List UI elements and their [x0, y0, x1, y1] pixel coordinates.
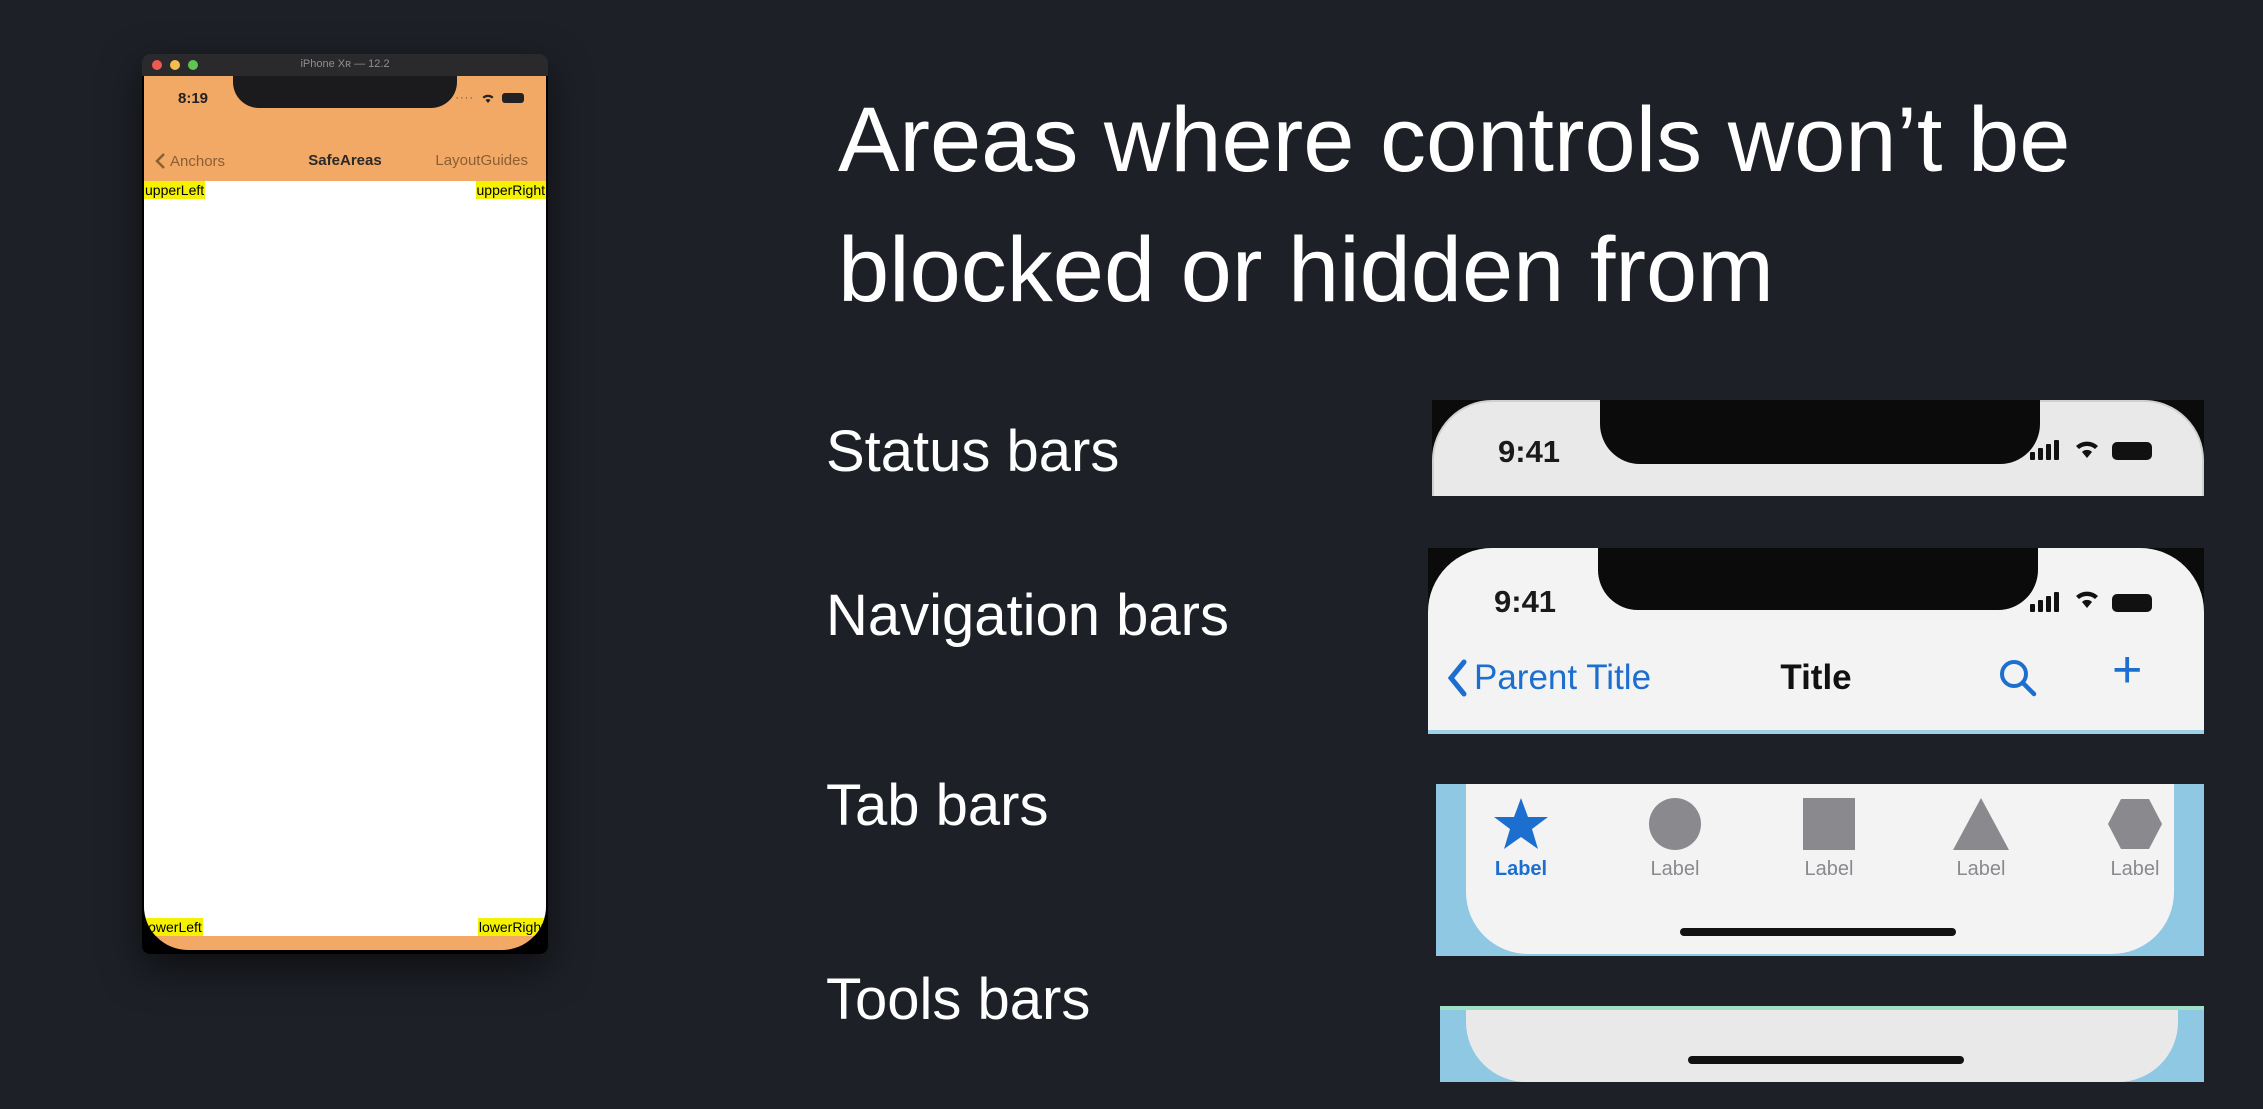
status-time: 8:19: [178, 90, 209, 107]
cellular-signal-icon: [2030, 592, 2059, 612]
tab-label-1: Label: [1494, 858, 1548, 880]
tab-item-1[interactable]: Label: [1466, 796, 1576, 881]
upper-left-label: upperLeft: [144, 181, 206, 199]
search-icon[interactable]: [1996, 656, 2040, 700]
status-time: 9:41: [1498, 434, 1561, 469]
wifi-icon: [482, 94, 494, 103]
phone-notch: [1600, 400, 2040, 464]
battery-icon: [2112, 442, 2152, 460]
status-icons: ····: [455, 92, 524, 104]
tab-item-5[interactable]: Label: [2080, 796, 2190, 881]
tab-label-5: Label: [2110, 858, 2160, 880]
headline-line-1: Areas where controls won’t be: [838, 89, 2071, 191]
label-tab-bars: Tab bars: [826, 773, 1049, 838]
wifi-icon: [2076, 591, 2098, 608]
simulator-window: iPhone Xʀ — 12.2 8:19 ···· Anchors SafeA…: [142, 54, 548, 954]
wifi-icon: [2076, 441, 2098, 458]
square-icon: [1803, 798, 1855, 850]
tab-label-4: Label: [1956, 858, 2006, 880]
phone-notch: [1598, 548, 2038, 610]
circle-icon: [1649, 798, 1701, 850]
lower-left-label: lowerLeft: [144, 918, 203, 936]
status-bar-illustration: 9:41: [1432, 400, 2204, 496]
hexagon-icon: [2108, 799, 2162, 849]
cellular-signal-icon: [2030, 440, 2059, 460]
simulator-titlebar: iPhone Xʀ — 12.2: [142, 54, 548, 76]
home-indicator[interactable]: [1680, 928, 1956, 936]
toolbar-divider: [1440, 1006, 2204, 1010]
label-tools-bars: Tools bars: [826, 967, 1091, 1032]
triangle-icon: [1953, 798, 2009, 850]
tab-bar-frame: Label Label Label Label Label: [1466, 784, 2174, 954]
tab-bar-illustration: Label Label Label Label Label: [1436, 784, 2204, 956]
add-icon[interactable]: +: [2112, 644, 2142, 696]
battery-icon: [502, 93, 524, 103]
simulator-title: iPhone Xʀ — 12.2: [300, 58, 390, 70]
tab-label-3: Label: [1804, 858, 1854, 880]
label-status-bars: Status bars: [826, 419, 1120, 484]
tab-item-3[interactable]: Label: [1774, 796, 1884, 881]
device-screen: 8:19 ···· Anchors SafeAreas LayoutGuides…: [144, 76, 546, 950]
tab-label-2: Label: [1650, 858, 1700, 880]
nav-bar-divider: [1428, 730, 2204, 734]
battery-icon: [2112, 594, 2152, 612]
device-notch: [233, 76, 457, 108]
nav-title: Title: [1780, 658, 1852, 697]
tab-item-2[interactable]: Label: [1620, 796, 1730, 881]
layout-guides-button[interactable]: LayoutGuides: [435, 152, 528, 169]
safe-area-content: upperLeft upperRight lowerLeft lowerRigh…: [144, 181, 546, 936]
label-navigation-bars: Navigation bars: [826, 583, 1229, 648]
headline-line-2: blocked or hidden from: [838, 219, 1774, 321]
slide-headline: Areas where controls won’t be blocked or…: [838, 75, 2238, 335]
tab-item-4[interactable]: Label: [1926, 796, 2036, 881]
home-indicator[interactable]: [1688, 1056, 1964, 1064]
nav-status-time: 9:41: [1494, 584, 1557, 619]
upper-right-label: upperRight: [475, 181, 546, 199]
toolbar-frame: [1466, 1006, 2178, 1082]
navigation-bar-illustration: 9:41 Parent Title Title +: [1428, 548, 2204, 734]
lower-right-label: lowerRight: [477, 918, 546, 936]
toolbar-illustration: [1440, 1006, 2204, 1082]
signal-icon: ····: [455, 92, 474, 104]
star-icon: [1494, 798, 1548, 849]
